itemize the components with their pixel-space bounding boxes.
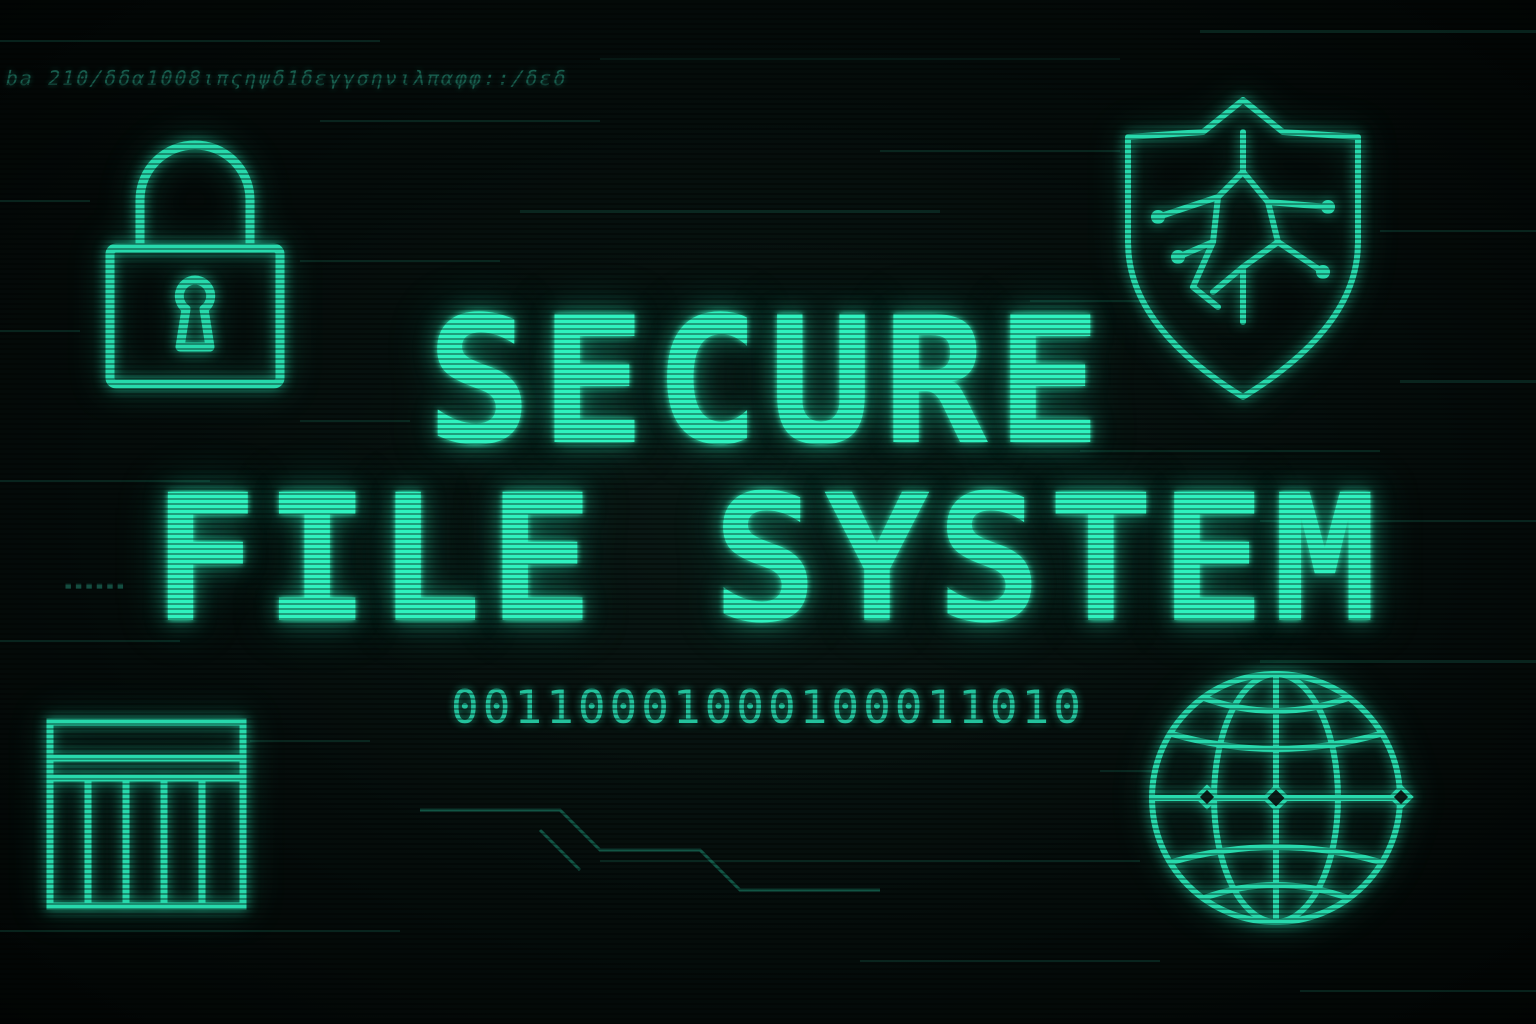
title-line-2: FILE SYSTEM: [152, 457, 1384, 662]
circuit-trace: [420, 808, 880, 892]
code-strip: ba 210/δδα1008ιπςηψδ1δεγγσηνιλπαφφ::/δεδ: [3, 66, 571, 90]
grid-icon: [44, 716, 249, 912]
binary-string: 00110001000100011010: [451, 680, 1085, 734]
title-line-1: SECURE: [426, 279, 1110, 484]
hero-banner: ba 210/δδα1008ιπςηψδ1δεγγσηνιλπαφφ::/δεδ…: [0, 0, 1536, 1024]
